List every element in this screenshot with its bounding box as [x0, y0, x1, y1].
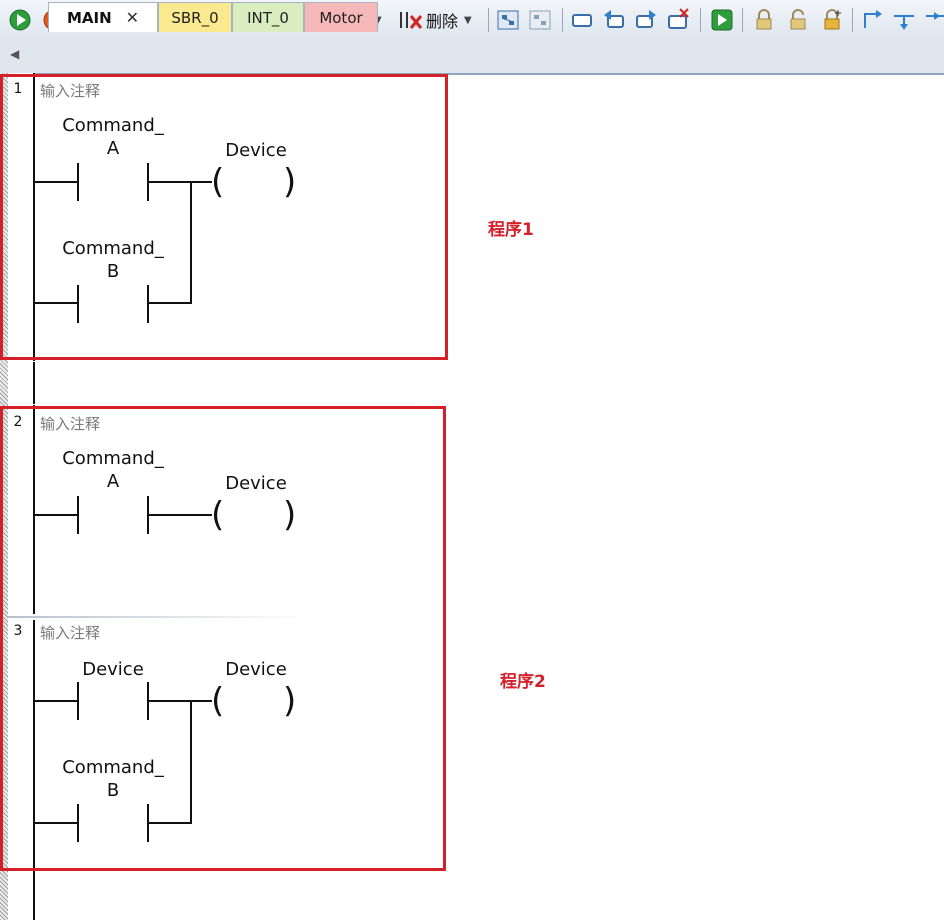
network-grid-icon — [497, 10, 519, 30]
toolbar-separator — [488, 8, 489, 32]
lock-all-button[interactable] — [820, 6, 844, 34]
arrow-left-box-icon — [604, 10, 624, 28]
branch-right-button[interactable] — [634, 6, 658, 34]
branch-line-button[interactable] — [924, 6, 944, 34]
chevron-down-icon[interactable]: ▼ — [464, 15, 472, 26]
delete-box-icon — [668, 8, 689, 29]
power-rail — [33, 362, 35, 404]
unlock-button[interactable] — [786, 6, 810, 34]
tab-int-0[interactable]: INT_0 — [232, 2, 304, 32]
branch-up-button[interactable] — [860, 6, 884, 34]
arrow-right-green-icon — [711, 9, 733, 31]
tab-sbr-0[interactable]: SBR_0 — [158, 2, 232, 32]
toolbar-separator — [700, 8, 701, 32]
branch-line-icon — [926, 12, 944, 20]
delete-icon — [400, 12, 423, 29]
chevron-left-icon[interactable]: ◀ — [10, 47, 19, 61]
go-to-button[interactable] — [710, 6, 734, 34]
tab-main-label: MAIN — [66, 8, 112, 27]
program-2-label: 程序2 — [500, 672, 546, 692]
arrow-right-box-icon — [636, 10, 656, 28]
delete-button[interactable]: 删除 ▼ — [398, 6, 472, 34]
highlight-box-program-1 — [0, 74, 448, 360]
box-button[interactable] — [570, 6, 594, 34]
play-icon — [9, 9, 31, 31]
lock-icon — [756, 9, 772, 30]
toolbar-separator — [742, 8, 743, 32]
toolbar-separator — [852, 8, 853, 32]
delete-label: 删除 — [426, 12, 459, 31]
lock-button[interactable] — [752, 6, 776, 34]
network-view-alt-button[interactable] — [528, 6, 552, 34]
branch-up-icon — [864, 10, 882, 28]
tab-main[interactable]: MAIN ✕ — [48, 2, 158, 32]
tab-bar — [0, 40, 944, 75]
network-grid-icon — [529, 10, 551, 30]
close-icon[interactable]: ✕ — [126, 8, 139, 27]
network-view-button[interactable] — [496, 6, 520, 34]
run-button[interactable] — [8, 6, 32, 34]
highlight-box-program-2 — [0, 406, 446, 871]
lock-plus-icon — [824, 9, 841, 30]
delete-box-button[interactable] — [666, 6, 690, 34]
branch-down-icon — [894, 15, 914, 30]
tab-motor[interactable]: Motor — [304, 2, 378, 32]
toolbar-separator — [562, 8, 563, 32]
program-1-label: 程序1 — [488, 220, 534, 240]
unlock-icon — [790, 9, 806, 30]
rectangle-icon — [572, 14, 592, 27]
branch-left-button[interactable] — [602, 6, 626, 34]
branch-down-button[interactable] — [892, 6, 916, 34]
